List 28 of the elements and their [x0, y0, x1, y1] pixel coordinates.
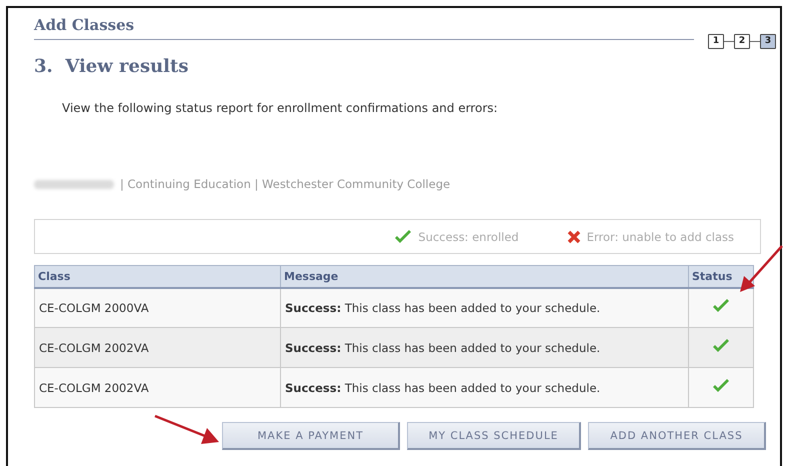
table-cell: Success: This class has been added to your schedule.: [280, 328, 688, 368]
table-cell: Success: This class has been added to your schedule.: [280, 288, 688, 328]
legend-label: Error: unable to add class: [586, 230, 734, 244]
institution-text: | Continuing Education | Westchester Community College: [120, 177, 450, 191]
action-button[interactable]: MY CLASS SCHEDULE: [407, 422, 581, 450]
check-icon: [712, 379, 730, 393]
table-cell: CE-COLGM 2002VA: [34, 368, 280, 408]
action-button[interactable]: MAKE A PAYMENT: [222, 422, 400, 450]
step-indicator: 3: [760, 34, 776, 49]
check-icon: [712, 339, 730, 353]
cross-icon: [566, 230, 581, 244]
check-icon: [712, 299, 730, 314]
step-indicator: 2: [734, 34, 750, 49]
column-header: Class: [34, 266, 280, 288]
instructions-text: View the following status report for enrollment confirmations and errors:: [62, 101, 499, 115]
check-icon: [394, 230, 412, 244]
table-cell: CE-COLGM 2002VA: [34, 328, 280, 368]
pointer-arrow: [738, 244, 784, 294]
action-button[interactable]: ADD ANOTHER CLASS: [588, 422, 766, 450]
column-header: Message: [280, 266, 688, 288]
column-header: Status: [688, 266, 754, 288]
pointer-arrow: [153, 414, 221, 446]
step-indicator: 1: [708, 34, 724, 49]
legend-label: Success: enrolled: [418, 230, 519, 244]
table-cell: CE-COLGM 2000VA: [34, 288, 280, 328]
section-title: Add Classes: [34, 16, 694, 40]
table-cell: Success: This class has been added to your schedule.: [280, 368, 688, 408]
step-title: 3. View results: [34, 56, 190, 77]
